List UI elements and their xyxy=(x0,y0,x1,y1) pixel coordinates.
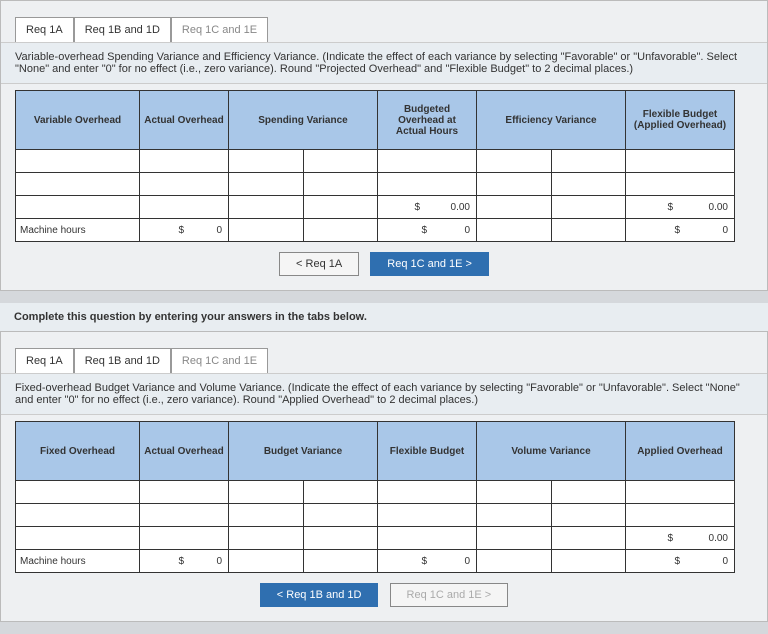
blank-row-1 xyxy=(16,150,735,173)
nav-buttons-1: < Req 1A Req 1C and 1E > xyxy=(1,252,767,276)
col-variable-overhead: Variable Overhead xyxy=(16,91,140,150)
tab2-req-1c-1e[interactable]: Req 1C and 1E xyxy=(171,348,268,373)
col-actual-overhead-2: Actual Overhead xyxy=(140,422,229,481)
blank-row-2 xyxy=(16,173,735,196)
cell[interactable] xyxy=(551,550,626,573)
col-budgeted-overhead: Budgeted Overhead at Actual Hours xyxy=(378,91,477,150)
cell[interactable] xyxy=(229,196,304,219)
col-flexible-budget: Flexible Budget (Applied Overhead) xyxy=(626,91,735,150)
tab2-req-1a[interactable]: Req 1A xyxy=(15,348,74,373)
col-budget-variance: Budget Variance xyxy=(229,422,378,481)
row-label-machine-hours-2: Machine hours xyxy=(16,550,140,573)
cell[interactable] xyxy=(551,527,626,550)
col-applied-overhead: Applied Overhead xyxy=(626,422,735,481)
cell[interactable] xyxy=(140,196,229,219)
cell[interactable] xyxy=(303,550,378,573)
value-row-2: $0.00 xyxy=(16,527,735,550)
col-volume-variance: Volume Variance xyxy=(477,422,626,481)
cell[interactable] xyxy=(229,219,304,242)
cell-applied[interactable]: $0.00 xyxy=(626,527,735,550)
tabs-row-2: Req 1A Req 1B and 1D Req 1C and 1E xyxy=(15,348,767,373)
cell[interactable] xyxy=(303,527,378,550)
header-row: Variable Overhead Actual Overhead Spendi… xyxy=(16,91,735,150)
col-spending-variance: Spending Variance xyxy=(229,91,378,150)
variable-overhead-table: Variable Overhead Actual Overhead Spendi… xyxy=(15,90,735,242)
lead-instruction: Complete this question by entering your … xyxy=(0,303,768,331)
cell[interactable] xyxy=(16,196,140,219)
variable-overhead-panel: Req 1A Req 1B and 1D Req 1C and 1E Varia… xyxy=(0,0,768,291)
cell[interactable] xyxy=(378,527,477,550)
cell-actual-2[interactable]: $0 xyxy=(140,550,229,573)
cell[interactable] xyxy=(229,527,304,550)
cell[interactable] xyxy=(477,196,552,219)
machine-hours-row-2: Machine hours $0 $0 $0 xyxy=(16,550,735,573)
cell[interactable] xyxy=(303,196,378,219)
value-row-1: $0.00 $0.00 xyxy=(16,196,735,219)
instruction-1: Variable-overhead Spending Variance and … xyxy=(1,42,767,84)
cell[interactable] xyxy=(16,527,140,550)
header-row-2: Fixed Overhead Actual Overhead Budget Va… xyxy=(16,422,735,481)
blank-row-2-1 xyxy=(16,481,735,504)
next-req-1c-1e-button-2[interactable]: Req 1C and 1E > xyxy=(390,583,509,607)
cell[interactable] xyxy=(551,196,626,219)
instruction-2: Fixed-overhead Budget Variance and Volum… xyxy=(1,373,767,415)
cell[interactable] xyxy=(551,219,626,242)
cell-flexible-2[interactable]: $0 xyxy=(378,550,477,573)
fixed-overhead-table: Fixed Overhead Actual Overhead Budget Va… xyxy=(15,421,735,573)
col-efficiency-variance: Efficiency Variance xyxy=(477,91,626,150)
cell-flexible[interactable]: $0.00 xyxy=(626,196,735,219)
machine-hours-row: Machine hours $0 $0 $0 xyxy=(16,219,735,242)
cell-flexible[interactable]: $0 xyxy=(626,219,735,242)
col-fixed-overhead: Fixed Overhead xyxy=(16,422,140,481)
row-label-machine-hours: Machine hours xyxy=(16,219,140,242)
col-flexible-budget-2: Flexible Budget xyxy=(378,422,477,481)
nav-buttons-2: < Req 1B and 1D Req 1C and 1E > xyxy=(1,583,767,607)
col-actual-overhead: Actual Overhead xyxy=(140,91,229,150)
tab-req-1c-1e[interactable]: Req 1C and 1E xyxy=(171,17,268,42)
cell-applied-2[interactable]: $0 xyxy=(626,550,735,573)
tabs-row-1: Req 1A Req 1B and 1D Req 1C and 1E xyxy=(15,17,767,42)
cell[interactable] xyxy=(477,550,552,573)
cell[interactable] xyxy=(229,550,304,573)
cell[interactable] xyxy=(477,219,552,242)
prev-req-1b-1d-button[interactable]: < Req 1B and 1D xyxy=(260,583,379,607)
blank-row-2-2 xyxy=(16,504,735,527)
cell-budgeted[interactable]: $0.00 xyxy=(378,196,477,219)
tab-req-1b-1d[interactable]: Req 1B and 1D xyxy=(74,17,171,42)
cell-actual[interactable]: $0 xyxy=(140,219,229,242)
cell[interactable] xyxy=(140,527,229,550)
fixed-overhead-panel: Req 1A Req 1B and 1D Req 1C and 1E Fixed… xyxy=(0,331,768,622)
cell[interactable] xyxy=(303,219,378,242)
cell-budgeted[interactable]: $0 xyxy=(378,219,477,242)
tab-req-1a[interactable]: Req 1A xyxy=(15,17,74,42)
cell[interactable] xyxy=(477,527,552,550)
next-req-1c-1e-button[interactable]: Req 1C and 1E > xyxy=(370,252,489,276)
prev-req-1a-button[interactable]: < Req 1A xyxy=(279,252,359,276)
tab2-req-1b-1d[interactable]: Req 1B and 1D xyxy=(74,348,171,373)
